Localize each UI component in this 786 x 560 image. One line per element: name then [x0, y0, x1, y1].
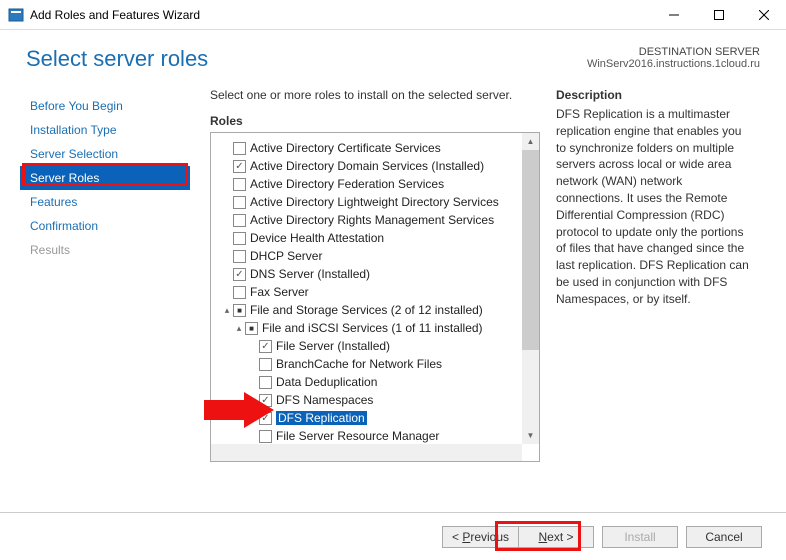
scroll-thumb[interactable] [522, 150, 539, 350]
role-checkbox[interactable] [233, 196, 246, 209]
role-label[interactable]: DFS Replication [276, 411, 367, 425]
nav-item-server-roles[interactable]: Server Roles [20, 166, 190, 190]
role-checkbox[interactable] [233, 304, 246, 317]
page-title: Select server roles [26, 46, 208, 72]
role-label[interactable]: Device Health Attestation [250, 231, 384, 245]
header: Select server roles DESTINATION SERVER W… [0, 30, 786, 80]
maximize-button[interactable] [696, 0, 741, 29]
role-row[interactable]: ▴ File and iSCSI Services (1 of 11 instal… [219, 319, 539, 337]
role-label[interactable]: File and iSCSI Services (1 of 11 install… [262, 321, 483, 335]
role-checkbox[interactable] [259, 430, 272, 443]
role-row[interactable]: Device Health Attestation [219, 229, 539, 247]
role-checkbox[interactable] [233, 250, 246, 263]
annotation-arrow [204, 392, 274, 431]
role-checkbox[interactable] [233, 232, 246, 245]
nav-item-installation-type[interactable]: Installation Type [20, 118, 190, 142]
role-label[interactable]: DNS Server (Installed) [250, 267, 370, 281]
role-row[interactable]: Active Directory Rights Management Servi… [219, 211, 539, 229]
role-checkbox[interactable] [233, 286, 246, 299]
next-button[interactable]: Next > [518, 526, 594, 548]
role-checkbox[interactable] [259, 340, 272, 353]
destination-label: DESTINATION SERVER [587, 46, 760, 58]
role-row[interactable]: Data Deduplication [219, 373, 539, 391]
role-checkbox[interactable] [233, 142, 246, 155]
previous-button[interactable]: < Previous [442, 526, 518, 548]
role-label[interactable]: Active Directory Certificate Services [250, 141, 441, 155]
minimize-button[interactable] [651, 0, 696, 29]
window-title: Add Roles and Features Wizard [30, 8, 651, 22]
role-label[interactable]: File Server Resource Manager [276, 429, 439, 443]
scroll-up-icon[interactable]: ▲ [522, 133, 539, 150]
role-row[interactable]: Active Directory Lightweight Directory S… [219, 193, 539, 211]
scrollbar-horizontal[interactable] [211, 444, 522, 461]
role-row[interactable]: Active Directory Federation Services [219, 175, 539, 193]
role-checkbox[interactable] [233, 214, 246, 227]
role-label[interactable]: DFS Namespaces [276, 393, 373, 407]
destination-server: WinServ2016.instructions.1cloud.ru [587, 58, 760, 70]
roles-label: Roles [210, 114, 540, 128]
app-icon [8, 7, 24, 23]
role-label[interactable]: Active Directory Domain Services (Instal… [250, 159, 484, 173]
description-label: Description [556, 88, 750, 102]
role-checkbox[interactable] [233, 160, 246, 173]
expander-icon[interactable]: ▴ [233, 323, 245, 334]
role-row[interactable]: Active Directory Domain Services (Instal… [219, 157, 539, 175]
footer: < Previous Next > Install Cancel [0, 512, 786, 560]
role-row[interactable]: DHCP Server [219, 247, 539, 265]
role-row[interactable]: ▴ File and Storage Services (2 of 12 inst… [219, 301, 539, 319]
role-label[interactable]: Active Directory Rights Management Servi… [250, 213, 494, 227]
nav-item-confirmation[interactable]: Confirmation [20, 214, 190, 238]
nav-item-features[interactable]: Features [20, 190, 190, 214]
close-button[interactable] [741, 0, 786, 29]
role-checkbox[interactable] [259, 376, 272, 389]
instruction-text: Select one or more roles to install on t… [210, 88, 540, 102]
nav-item-server-selection[interactable]: Server Selection [20, 142, 190, 166]
destination-info: DESTINATION SERVER WinServ2016.instructi… [587, 46, 760, 72]
role-checkbox[interactable] [245, 322, 258, 335]
role-row[interactable]: Fax Server [219, 283, 539, 301]
role-row[interactable]: File Server (Installed) [219, 337, 539, 355]
role-label[interactable]: Data Deduplication [276, 375, 377, 389]
scroll-down-icon[interactable]: ▼ [522, 427, 539, 444]
nav-item-results: Results [20, 238, 190, 262]
titlebar: Add Roles and Features Wizard [0, 0, 786, 30]
role-row[interactable]: DNS Server (Installed) [219, 265, 539, 283]
role-row[interactable]: BranchCache for Network Files [219, 355, 539, 373]
role-label[interactable]: DHCP Server [250, 249, 322, 263]
role-label[interactable]: File Server (Installed) [276, 339, 390, 353]
nav-item-before-you-begin[interactable]: Before You Begin [20, 94, 190, 118]
scrollbar-vertical[interactable]: ▲ ▼ [522, 133, 539, 444]
cancel-button[interactable]: Cancel [686, 526, 762, 548]
install-button: Install [602, 526, 678, 548]
role-row[interactable]: Active Directory Certificate Services [219, 139, 539, 157]
role-label[interactable]: Active Directory Lightweight Directory S… [250, 195, 499, 209]
nav-sidebar: Before You BeginInstallation TypeServer … [20, 88, 190, 508]
description-text: DFS Replication is a multimaster replica… [556, 106, 750, 308]
expander-icon[interactable]: ▴ [221, 305, 233, 316]
role-label[interactable]: File and Storage Services (2 of 12 insta… [250, 303, 483, 317]
role-checkbox[interactable] [233, 268, 246, 281]
role-label[interactable]: Fax Server [250, 285, 309, 299]
role-label[interactable]: Active Directory Federation Services [250, 177, 444, 191]
role-checkbox[interactable] [233, 178, 246, 191]
role-label[interactable]: BranchCache for Network Files [276, 357, 442, 371]
role-checkbox[interactable] [259, 358, 272, 371]
